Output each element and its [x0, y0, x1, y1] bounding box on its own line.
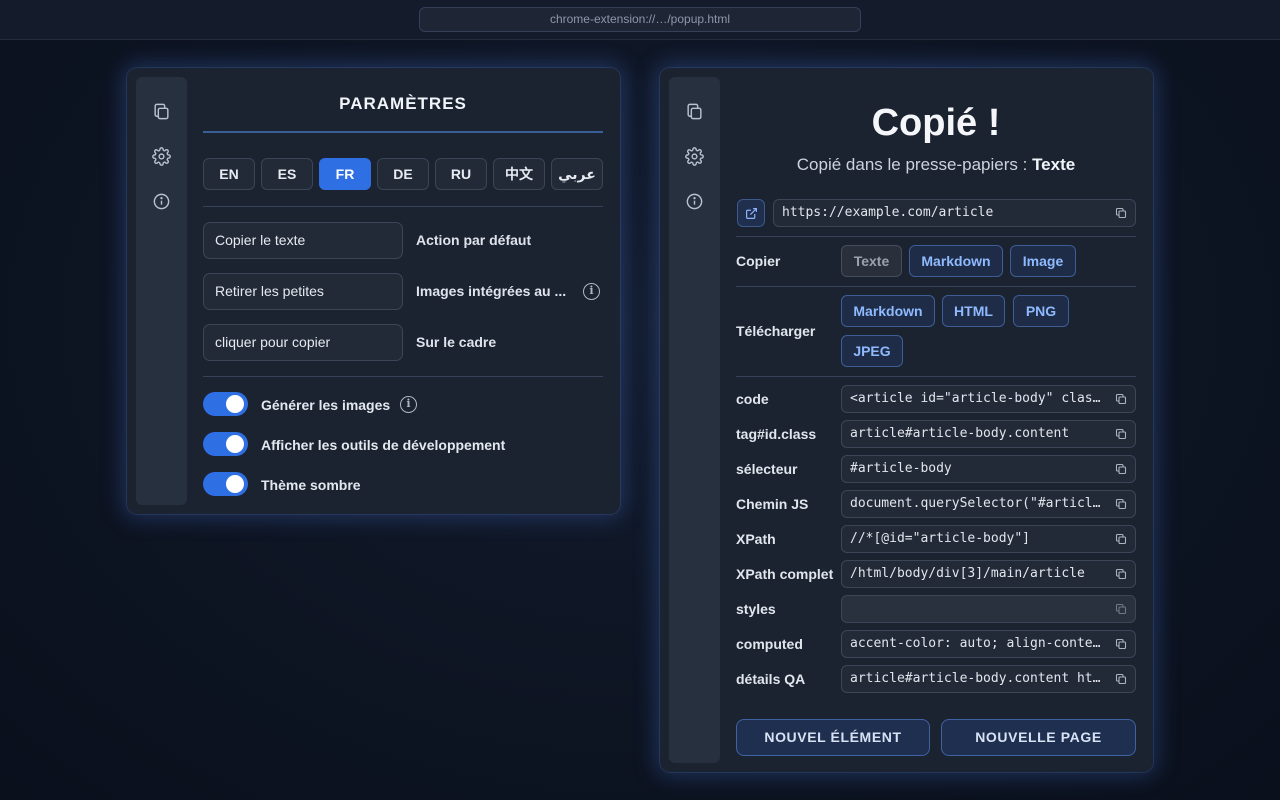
field-label-js-path: Chemin JS [736, 496, 809, 512]
copied-subtitle: Copié dans le presse-papiers : Texte [736, 155, 1136, 175]
divider [736, 236, 1136, 237]
info-icon[interactable]: i [400, 396, 417, 413]
copy-text-button[interactable]: Texte [841, 245, 902, 277]
lang-button-ar[interactable]: عربي [551, 158, 603, 190]
field-js-path[interactable]: document.querySelector("#article-body") [841, 490, 1136, 518]
lang-button-de[interactable]: DE [377, 158, 429, 190]
open-link-button[interactable] [737, 199, 765, 227]
divider [203, 376, 603, 377]
url-field[interactable]: https://example.com/article [773, 199, 1136, 227]
field-styles[interactable] [841, 595, 1136, 623]
browser-toolbar: chrome-extension://…/popup.html [0, 0, 1280, 40]
copy-icon[interactable] [1115, 393, 1127, 405]
copied-title: Copié ! [871, 102, 1001, 144]
download-markdown-button[interactable]: Markdown [841, 295, 935, 327]
divider [736, 286, 1136, 287]
dark-theme-toggle[interactable] [203, 472, 248, 496]
generate-images-label: Générer les images [261, 397, 391, 413]
field-label-tag: tag#id.class [736, 426, 817, 442]
field-label-selector: sélecteur [736, 461, 798, 477]
info-icon[interactable]: i [583, 283, 600, 300]
field-qa-details[interactable]: article#article-body.content https://exa… [841, 665, 1136, 693]
field-label-qa-details: détails QA [736, 671, 806, 687]
copy-icon[interactable] [684, 101, 705, 122]
side-rail [136, 77, 187, 505]
copied-panel: Copié ! Copié dans le presse-papiers : T… [660, 68, 1153, 772]
new-page-button[interactable]: NOUVELLE PAGE [941, 719, 1136, 756]
copy-icon[interactable] [1115, 603, 1127, 615]
title-underline [203, 131, 603, 133]
field-label-code: code [736, 391, 769, 407]
field-full-xpath[interactable]: /html/body/div[3]/main/article [841, 560, 1136, 588]
field-computed[interactable]: accent-color: auto; align-content: norma… [841, 630, 1136, 658]
copy-markdown-button[interactable]: Markdown [909, 245, 1003, 277]
external-link-icon [745, 207, 757, 219]
copied-format: Texte [1032, 155, 1076, 174]
copy-icon[interactable] [1115, 673, 1127, 685]
new-element-button[interactable]: NOUVEL ÉLÉMENT [736, 719, 930, 756]
embedded-images-select[interactable]: Retirer les petites [203, 273, 403, 310]
copy-icon[interactable] [1115, 638, 1127, 650]
dev-tools-toggle[interactable] [203, 432, 248, 456]
copy-label: Copier [736, 253, 781, 269]
copy-icon[interactable] [1115, 568, 1127, 580]
download-jpeg-button[interactable]: JPEG [841, 335, 903, 367]
info-icon[interactable] [684, 191, 705, 212]
default-action-label: Action par défaut [416, 232, 532, 248]
dev-tools-label: Afficher les outils de développement [261, 437, 506, 453]
lang-button-fr[interactable]: FR [319, 158, 371, 190]
field-tag[interactable]: article#article-body.content [841, 420, 1136, 448]
settings-panel: PARAMÈTRES EN ES FR DE RU 中文 عربي Copier… [127, 68, 620, 514]
side-rail [669, 77, 720, 763]
copy-icon[interactable] [1115, 498, 1127, 510]
field-label-xpath: XPath [736, 531, 776, 547]
lang-button-zh[interactable]: 中文 [493, 158, 545, 190]
divider [736, 376, 1136, 377]
divider [203, 206, 603, 207]
copy-icon[interactable] [1115, 428, 1127, 440]
field-code[interactable]: <article id="article-body" class="conten… [841, 385, 1136, 413]
field-xpath[interactable]: //*[@id="article-body"] [841, 525, 1136, 553]
lang-button-ru[interactable]: RU [435, 158, 487, 190]
download-html-button[interactable]: HTML [942, 295, 1005, 327]
address-bar[interactable]: chrome-extension://…/popup.html [419, 7, 861, 32]
copy-icon[interactable] [151, 101, 172, 122]
embedded-images-label: Images intégrées au ... [416, 283, 567, 299]
lang-button-es[interactable]: ES [261, 158, 313, 190]
copy-icon[interactable] [1115, 207, 1127, 219]
copy-image-button[interactable]: Image [1010, 245, 1076, 277]
frame-action-label: Sur le cadre [416, 334, 497, 350]
field-label-styles: styles [736, 601, 776, 617]
copy-icon[interactable] [1115, 533, 1127, 545]
dark-theme-label: Thème sombre [261, 477, 361, 493]
frame-action-select[interactable]: cliquer pour copier [203, 324, 403, 361]
gear-icon[interactable] [151, 146, 172, 167]
download-png-button[interactable]: PNG [1013, 295, 1069, 327]
field-label-computed: computed [736, 636, 803, 652]
field-selector[interactable]: #article-body [841, 455, 1136, 483]
generate-images-toggle[interactable] [203, 392, 248, 416]
copied-subtitle-prefix: Copié dans le presse-papiers : [796, 155, 1033, 174]
lang-button-en[interactable]: EN [203, 158, 255, 190]
info-icon[interactable] [151, 191, 172, 212]
settings-title: PARAMÈTRES [339, 94, 467, 113]
default-action-select[interactable]: Copier le texte [203, 222, 403, 259]
gear-icon[interactable] [684, 146, 705, 167]
download-label: Télécharger [736, 323, 816, 339]
field-label-full-xpath: XPath complet [736, 566, 834, 582]
copy-icon[interactable] [1115, 463, 1127, 475]
